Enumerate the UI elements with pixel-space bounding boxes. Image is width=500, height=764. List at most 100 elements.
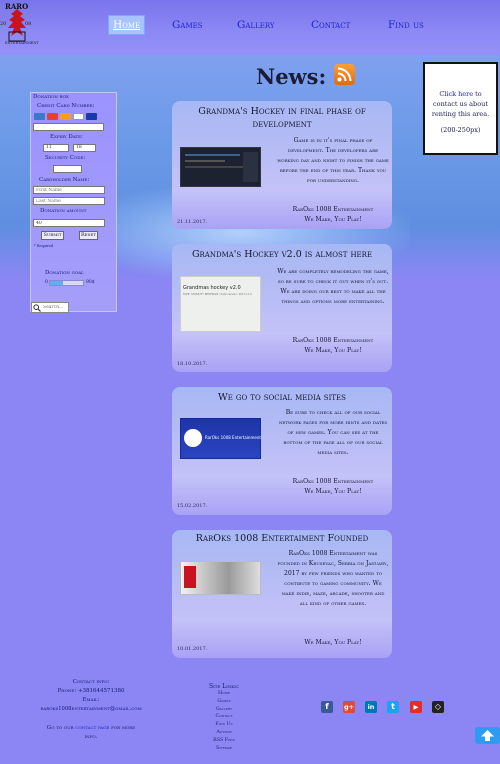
logo-year-right: 08 [25,21,32,27]
submit-button[interactable]: Submit [41,231,64,240]
logo-caption: ENTERTAINMENT [5,41,39,45]
paypal-icon [73,113,84,120]
footer-go-b: for more [111,725,136,731]
google-plus-icon[interactable]: g+ [343,701,355,713]
nav-find-us[interactable]: Find us [384,15,428,35]
thumb-title: Grandmas hockey v2.0 [183,285,241,291]
footer-contact-heading: Contact info: [72,679,110,685]
post-thumbnail[interactable] [180,147,261,187]
nav-games[interactable]: Games [168,15,207,35]
post-date: 10.01.2017. [177,646,208,652]
footer-contact-link[interactable]: contact page [75,725,109,731]
facebook-icon[interactable]: f [321,701,333,713]
news-card: We go to social media sites RarOks 1008 … [172,387,392,515]
thumb-subtitle: FAZE: STABILITY REDESIGN / beta version:… [183,293,252,296]
post-signature: RarOks 1008 Entertainment [292,478,374,485]
twitter-icon[interactable]: t [387,701,399,713]
header: RARO 20 08 ENTERTAINMENT Home Games Gall… [0,0,500,55]
arrow-up-icon [481,730,494,741]
post-thumbnail[interactable] [180,561,261,595]
card-number-input[interactable] [33,123,104,131]
post-title[interactable]: Grandma's Hockey in final phase of devel… [178,105,386,131]
logo-title: RARO [5,2,29,11]
footer-email-label: Email: [82,697,100,703]
linkedin-icon[interactable]: in [365,701,377,713]
post-thumbnail[interactable]: Grandmas hockey v2.0 FAZE: STABILITY RED… [180,276,261,332]
post-body: Be sure to check all of our social netwo… [278,409,388,456]
cardholder-label: Cardholder Name: [39,177,90,183]
expiry-label: Expiry Date: [50,134,83,140]
unity-icon[interactable]: ◇ [432,701,444,713]
footer-link-author[interactable]: Author [206,729,242,737]
search-box[interactable] [31,302,69,313]
donation-box: Donation box Credit Card Number: Expiry … [30,92,117,313]
post-date: 18.10.2017. [177,361,208,367]
post-title[interactable]: Grandma's Hockey v2.0 is almost here [178,248,386,261]
footer-link-games[interactable]: Games [206,698,242,706]
site-links: Site Links: Home Games Gallery Contact F… [206,683,242,752]
ad-box: Click here to contact us about renting t… [423,62,498,155]
post-title[interactable]: RarOks 1008 Entertaiment Founded [178,532,386,545]
nav-contact[interactable]: Contact [307,15,354,35]
donation-title: Donation box [33,94,69,100]
amex-icon [34,113,45,120]
footer-link-rss[interactable]: RSS Feed [206,737,242,745]
rss-icon[interactable] [334,64,355,85]
amount-input[interactable] [33,219,105,227]
news-heading: News: [256,64,327,89]
ad-text-3: renting this area. [431,110,490,118]
discover-icon [60,113,71,120]
post-signature: RarOks 1008 Entertainment [292,337,374,344]
post-body: RarOks 1008 Entertaiment was founded in … [277,550,389,607]
first-name-input[interactable] [33,186,105,194]
security-code-label: Security Code: [45,155,86,161]
required-note: * Required [34,244,54,248]
post-body: Game is in it's final phase of developme… [277,137,389,184]
logo-year-left: 20 [0,21,7,27]
footer-link-sitemap[interactable]: Sitemap [206,745,242,753]
goal-progress-fill [50,281,63,285]
post-body: We are completely remodeling the game, s… [277,268,389,305]
ad-size: (200-250px) [440,126,481,134]
news-card: Grandma's Hockey in final phase of devel… [172,101,392,229]
expiry-month-select[interactable]: 11 [43,144,69,152]
site-links-heading: Site Links: [209,683,239,690]
ad-text-2: contact us about [433,100,488,108]
goal-label: Donation goal [45,270,84,276]
footer-email[interactable]: raroks1008entertainment@gmail.com [30,705,152,714]
post-signature: RarOks 1008 Entertainment [292,206,374,213]
post-slogan: We Make, You Play! [304,216,362,223]
expiry-year-select[interactable]: 18 [73,144,96,152]
footer-link-gallery[interactable]: Gallery [206,706,242,714]
search-input[interactable] [41,304,68,311]
reset-button[interactable]: Reset [79,231,98,240]
amount-label: Donation amount [40,208,87,214]
news-card: Grandma's Hockey v2.0 is almost here Gra… [172,244,392,372]
post-slogan: We Make, You Play! [304,639,362,646]
site-logo[interactable]: RARO 20 08 ENTERTAINMENT [0,2,39,46]
footer-link-home[interactable]: Home [206,690,242,698]
post-title[interactable]: We go to social media sites [178,391,386,404]
footer-link-contact[interactable]: Contact [206,713,242,721]
goal-start: 0 [45,280,48,285]
post-slogan: We Make, You Play! [304,347,362,354]
footer-link-find-us[interactable]: Find Us [206,721,242,729]
last-name-input[interactable] [33,197,105,205]
mastercard-icon [47,113,58,120]
news-card: RarOks 1008 Entertaiment Founded RarOks … [172,530,392,658]
security-code-input[interactable] [53,165,82,173]
nav-gallery[interactable]: Gallery [233,15,279,35]
footer-phone: Phone: +381644571380 [57,688,125,694]
ad-link[interactable]: Click here [439,90,473,98]
visa-icon [86,113,97,120]
back-to-top-button[interactable] [475,727,500,744]
footer: Contact info: Phone: +381644571380 Email… [0,676,500,764]
nav-home[interactable]: Home [108,15,146,35]
post-thumbnail[interactable]: RarOks 1008 Entertainment [180,418,261,459]
goal-end: 90$ [86,280,95,285]
footer-go-c: info. [84,734,98,740]
post-date: 21.11.2017. [177,219,208,225]
youtube-icon[interactable]: ▶ [410,701,422,713]
footer-go-text: Go to our contact page for more [30,724,152,733]
card-number-label: Credit Card Number: [37,103,95,109]
